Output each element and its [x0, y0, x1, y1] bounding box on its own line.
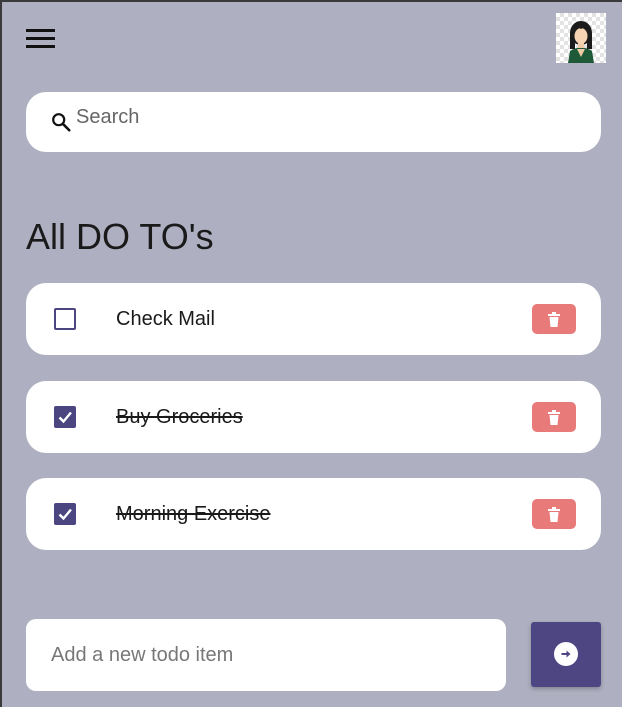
todo-label: Check Mail — [116, 308, 215, 330]
todo-item[interactable]: Check Mail — [26, 283, 601, 355]
avatar-image — [568, 21, 594, 63]
todo-checkbox-checked[interactable] — [54, 503, 76, 525]
page-title: All DO TO's — [26, 216, 214, 257]
checkmark-icon — [58, 411, 72, 424]
new-todo-input[interactable] — [51, 639, 481, 671]
arrow-right-icon — [554, 642, 578, 666]
todo-checkbox-checked[interactable] — [54, 406, 76, 428]
search-icon — [52, 113, 71, 132]
delete-button[interactable] — [532, 402, 576, 432]
app-screen: All DO TO's Check Mail Buy Groceries — [0, 0, 622, 707]
menu-icon[interactable] — [26, 26, 58, 52]
search-bar[interactable] — [26, 92, 601, 152]
todo-item[interactable]: Morning Exercise — [26, 478, 601, 550]
checkmark-icon — [58, 508, 72, 521]
delete-button[interactable] — [532, 499, 576, 529]
trash-icon — [548, 312, 560, 327]
search-input[interactable] — [76, 102, 576, 132]
trash-icon — [548, 507, 560, 522]
todo-label: Morning Exercise — [116, 503, 271, 525]
delete-button[interactable] — [532, 304, 576, 334]
todo-item[interactable]: Buy Groceries — [26, 381, 601, 453]
new-todo-field[interactable] — [26, 619, 506, 691]
todo-checkbox[interactable] — [54, 308, 76, 330]
add-todo-button[interactable] — [531, 622, 601, 687]
trash-icon — [548, 410, 560, 425]
avatar[interactable] — [556, 13, 606, 63]
todo-label: Buy Groceries — [116, 406, 243, 428]
